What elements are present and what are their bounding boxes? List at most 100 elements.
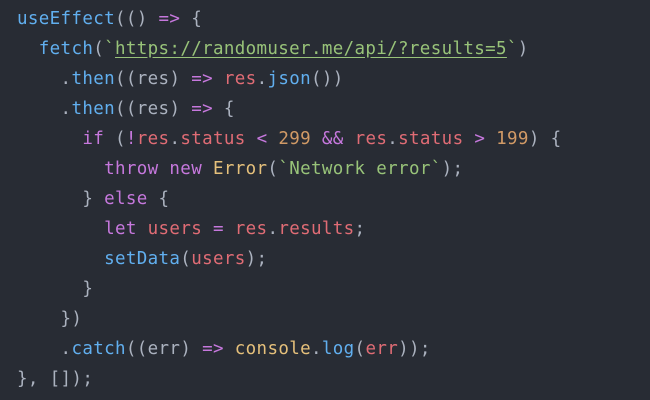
code-token: else	[104, 189, 148, 209]
code-token: .	[60, 99, 72, 119]
code-token: if	[82, 129, 105, 149]
code-token: );	[441, 159, 464, 179]
code-token: catch	[71, 339, 126, 359]
code-token: }	[82, 279, 94, 299]
code-line: if (!res.status < 299 && res.status > 19…	[17, 124, 561, 154]
code-token: `	[506, 39, 518, 59]
code-token[interactable]: https://randomuser.me/api/?results=5	[115, 39, 507, 59]
code-token: ((	[114, 99, 137, 119]
code-token: `Network error`	[278, 159, 442, 179]
code-token: res	[223, 69, 257, 89]
code-token: {	[147, 189, 170, 209]
code-token: =	[212, 219, 224, 239]
code-token: setData	[104, 249, 181, 269]
code-token: ));	[398, 339, 431, 359]
code-token: log	[321, 339, 355, 359]
code-token: <	[256, 129, 268, 149]
code-token: res	[136, 99, 170, 119]
code-token: !	[125, 129, 137, 149]
code-block[interactable]: useEffect(() => { fetch(`https://randomu…	[17, 4, 561, 394]
code-token: )	[517, 39, 529, 59]
code-token: );	[245, 249, 268, 269]
code-line: useEffect(() => {	[17, 4, 561, 34]
code-token: let	[104, 219, 137, 239]
code-token: (()	[114, 9, 159, 29]
code-token: res	[354, 129, 388, 149]
code-token: .	[60, 339, 72, 359]
code-token: (	[354, 339, 366, 359]
code-token: )	[169, 69, 192, 89]
code-token: ) {	[528, 129, 562, 149]
code-token: new	[169, 159, 203, 179]
code-token: (	[180, 249, 192, 269]
code-token: ((	[125, 339, 148, 359]
code-line: }	[17, 274, 561, 304]
code-editor[interactable]: useEffect(() => { fetch(`https://randomu…	[0, 0, 650, 400]
code-token: console	[234, 339, 311, 359]
code-token: {	[213, 99, 235, 119]
code-token: =>	[191, 69, 213, 89]
code-token: then	[71, 69, 115, 89]
code-line: .then((res) => res.json())	[17, 64, 561, 94]
code-token: )	[169, 99, 192, 119]
code-line: })	[17, 304, 561, 334]
code-token: users	[191, 249, 246, 269]
code-token: throw	[104, 159, 159, 179]
code-token: fetch	[38, 39, 94, 59]
code-token: json	[267, 69, 311, 89]
code-token: res	[136, 129, 170, 149]
code-token: 299	[278, 129, 312, 149]
code-line: .catch((err) => console.log(err));	[17, 334, 561, 364]
code-token: .	[310, 339, 322, 359]
code-token: .	[256, 69, 268, 89]
code-token: res	[136, 69, 170, 89]
code-line: let users = res.results;	[17, 214, 561, 244]
code-token: =>	[191, 99, 213, 119]
code-token: =>	[202, 339, 224, 359]
code-token: )	[180, 339, 203, 359]
code-token: .	[387, 129, 399, 149]
code-token: useEffect	[17, 9, 115, 29]
code-token: `	[104, 39, 115, 59]
code-token: status	[180, 129, 246, 149]
code-token: .	[169, 129, 181, 149]
code-token: ())	[311, 69, 344, 89]
code-token: Error	[212, 159, 268, 179]
code-token: &&	[321, 129, 344, 149]
code-token: {	[180, 9, 203, 29]
code-token: =>	[158, 9, 181, 29]
code-token: err	[147, 339, 181, 359]
code-token: .	[267, 219, 279, 239]
code-line: } else {	[17, 184, 561, 214]
code-line: .then((res) => {	[17, 94, 561, 124]
code-token: ((	[114, 69, 137, 89]
code-token: err	[365, 339, 399, 359]
code-token: results	[278, 219, 355, 239]
code-token: (	[267, 159, 279, 179]
code-token: (	[104, 129, 126, 149]
code-line: }, []);	[17, 364, 561, 394]
code-token: })	[60, 309, 83, 329]
code-line: setData(users);	[17, 244, 561, 274]
code-line: fetch(`https://randomuser.me/api/?result…	[17, 34, 561, 64]
code-token: (	[93, 39, 105, 59]
